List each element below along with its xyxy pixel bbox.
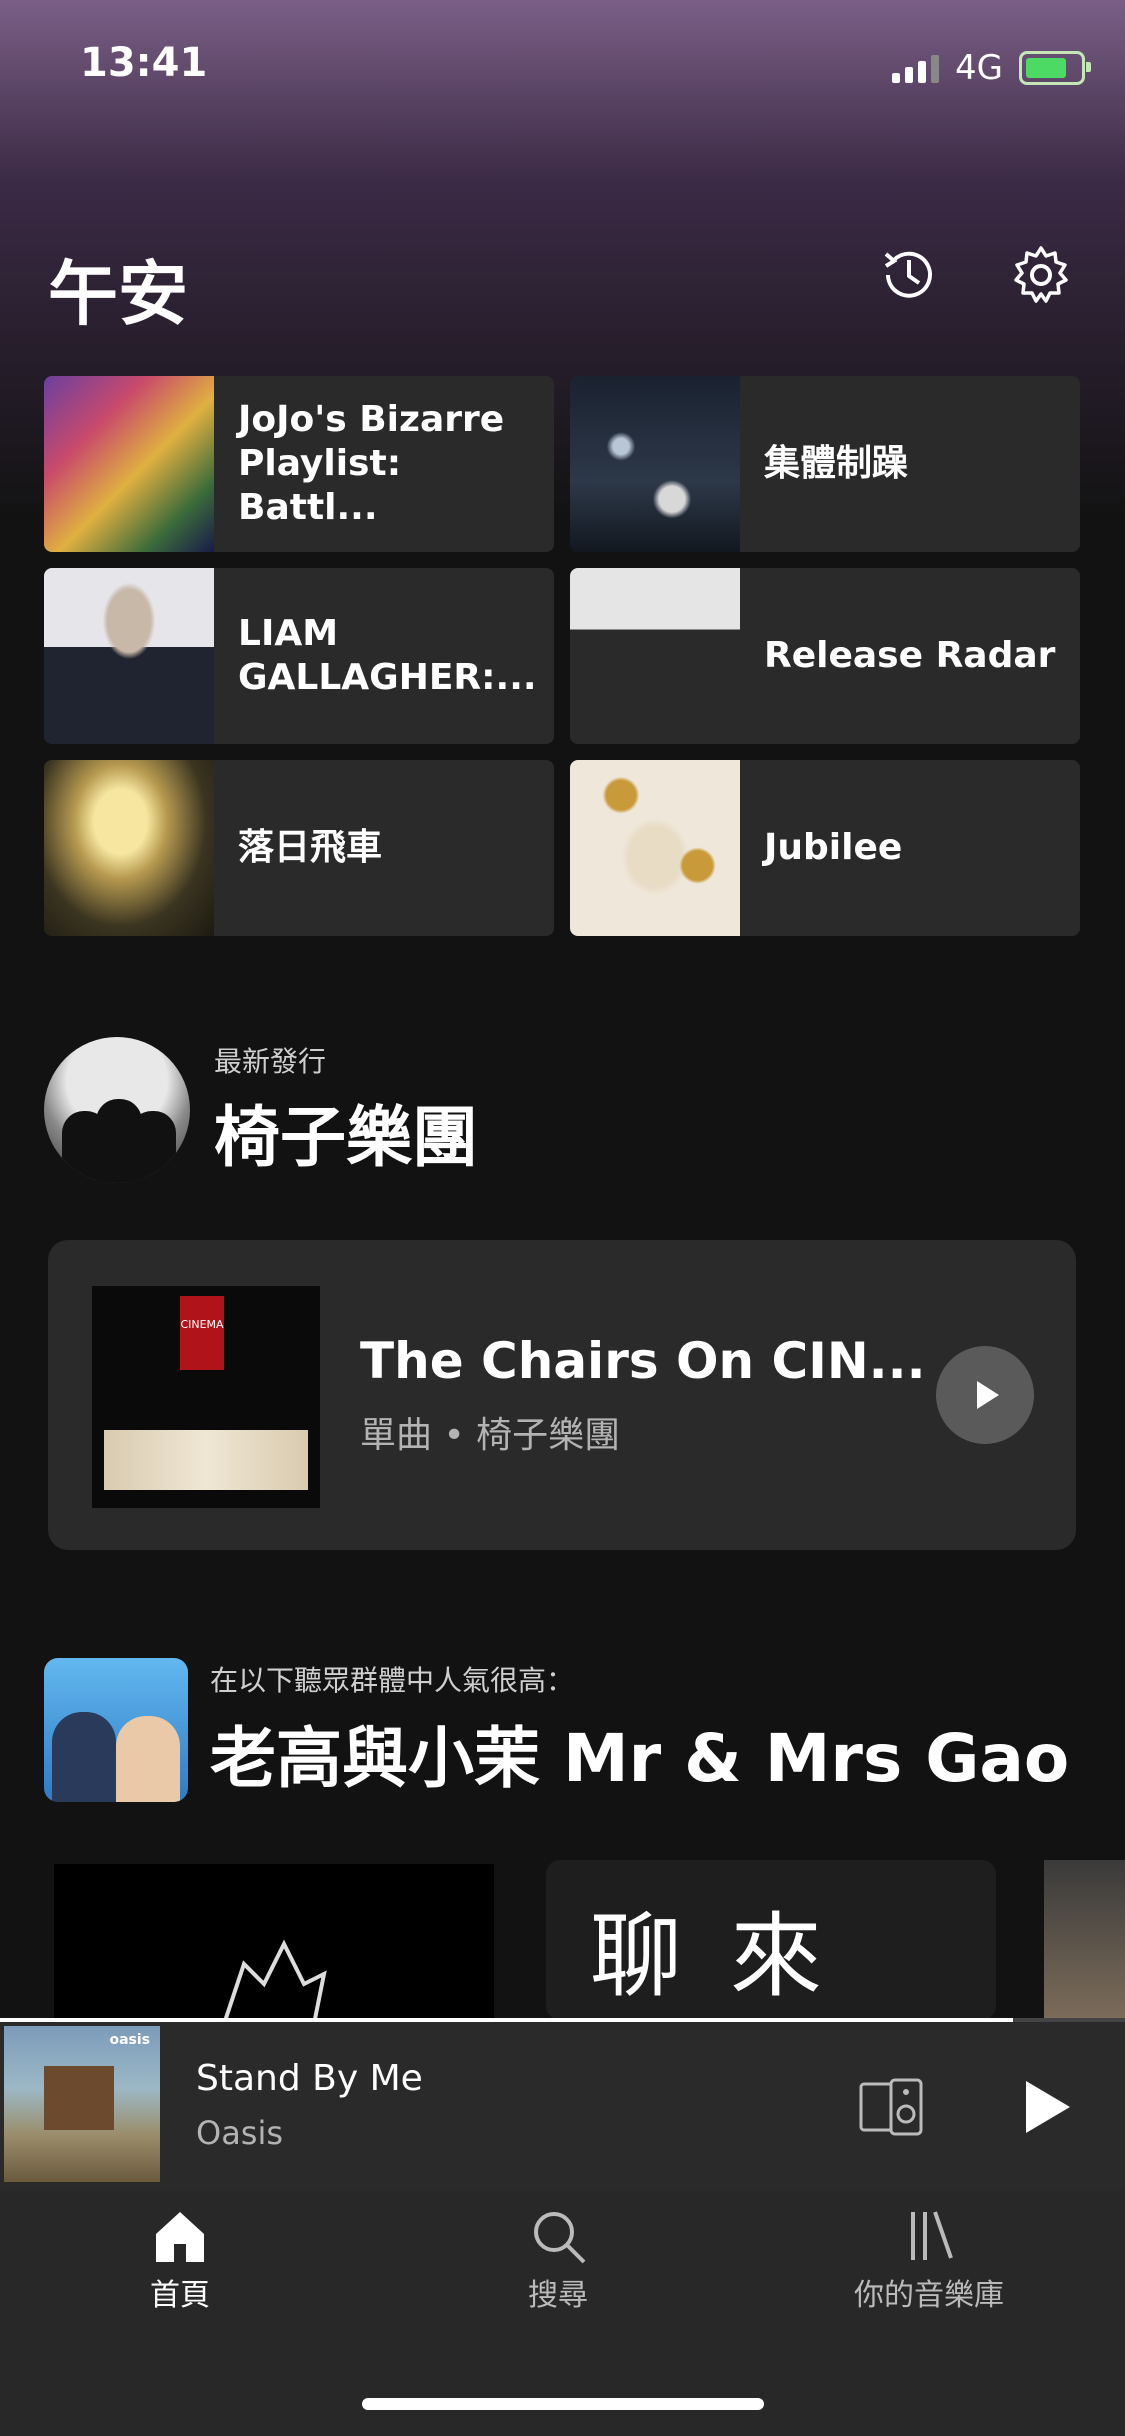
- release-artist-link[interactable]: 椅子樂團: [476, 1415, 620, 1456]
- now-playing-album-art: oasis: [4, 2026, 160, 2182]
- popular-caption: 在以下聽眾群體中人氣很高：: [210, 1664, 575, 1697]
- shortcut-jubilee[interactable]: Jubilee: [570, 760, 1080, 936]
- shortcut-label: LIAM GALLAGHER:...: [238, 613, 537, 698]
- gear-icon[interactable]: [1006, 240, 1076, 310]
- shortcut-liam-gallagher[interactable]: LIAM GALLAGHER:...: [44, 568, 554, 744]
- release-card[interactable]: CINEMA The Chairs On CIN... 單曲 • 椅子樂團: [48, 1240, 1076, 1550]
- card-char-2: 來: [730, 1903, 823, 2010]
- play-icon: [977, 1381, 999, 1409]
- home-indicator: [362, 2398, 764, 2410]
- podcast-row: 聊 來: [0, 1860, 1125, 2020]
- devices-icon[interactable]: [856, 2072, 928, 2142]
- card-char-1: 聊: [590, 1903, 683, 2010]
- status-time: 13:41: [80, 40, 208, 86]
- shortcut-art: [44, 376, 214, 552]
- podcast-card-3[interactable]: [1044, 1860, 1125, 2020]
- shortcut-label: 集體制躁: [764, 443, 909, 484]
- shortcut-art: [44, 760, 214, 936]
- podcast-thumbnail: [44, 1658, 188, 1802]
- now-playing-title: Stand By Me: [196, 2058, 423, 2099]
- now-playing-artist: Oasis: [196, 2114, 284, 2152]
- status-bar: 13:41 4G: [80, 40, 1091, 100]
- release-type: 單曲: [360, 1415, 433, 1456]
- shortcut-art: [570, 760, 740, 936]
- dragon-icon: [223, 1939, 327, 2020]
- release-cover[interactable]: CINEMA: [92, 1286, 320, 1508]
- mini-play-icon[interactable]: [1010, 2072, 1082, 2142]
- tab-library[interactable]: 你的音樂庫: [854, 2206, 1004, 2314]
- history-icon[interactable]: [874, 240, 944, 310]
- tab-label-library: 你的音樂庫: [854, 2278, 1004, 2313]
- popular-header[interactable]: 在以下聽眾群體中人氣很高： 老高與小茉 Mr & Mrs Gao: [44, 1654, 1069, 1806]
- library-icon: [911, 2211, 953, 2260]
- battery-icon: [1019, 51, 1091, 85]
- shortcut-label: Jubilee: [764, 827, 903, 868]
- tab-search[interactable]: 搜尋: [528, 2206, 588, 2314]
- greeting-title: 午安: [48, 253, 188, 335]
- shortcut-art: [570, 376, 740, 552]
- release-title: The Chairs On CIN...: [360, 1332, 926, 1390]
- new-release-header[interactable]: 最新發行 椅子樂團: [44, 1036, 504, 1184]
- shortcut-label: JoJo's Bizarre Playlist: Battl...: [238, 399, 505, 528]
- shortcut-label: Release Radar: [764, 635, 1056, 676]
- artist-avatar: [44, 1037, 190, 1183]
- shortcut-release-radar[interactable]: Release Radar: [570, 568, 1080, 744]
- cover-band-photo: [104, 1430, 308, 1490]
- shortcut-sunset-rollercoaster[interactable]: 落日飛車: [44, 760, 554, 936]
- tab-home[interactable]: 首頁: [150, 2206, 210, 2314]
- podcast-card-2[interactable]: 聊 來: [546, 1860, 996, 2020]
- new-release-artist: 椅子樂團: [214, 1099, 478, 1176]
- tab-label-home: 首頁: [150, 2278, 210, 2313]
- shortcut-art: [44, 568, 214, 744]
- shortcut-art: [570, 568, 740, 744]
- signal-icon: [892, 53, 940, 83]
- podcast-card-1[interactable]: [54, 1864, 494, 2020]
- tab-label-search: 搜尋: [528, 2278, 588, 2313]
- new-release-caption: 最新發行: [214, 1045, 327, 1078]
- network-label: 4G: [955, 48, 1003, 88]
- album-logo: oasis: [109, 2032, 150, 2048]
- separator-dot: •: [432, 1415, 477, 1456]
- shortcut-jojo-playlist[interactable]: JoJo's Bizarre Playlist: Battl...: [44, 376, 554, 552]
- shortcut-label: 落日飛車: [238, 827, 383, 868]
- release-title-link[interactable]: Chairs On CIN...: [481, 1332, 926, 1390]
- release-title-prefix: The: [360, 1332, 482, 1390]
- search-icon: [534, 2212, 586, 2264]
- popular-name: 老高與小茉 Mr & Mrs Gao: [210, 1720, 1070, 1797]
- release-subtitle: 單曲 • 椅子樂團: [360, 1406, 620, 1458]
- home-icon: [156, 2212, 204, 2262]
- now-playing-bar[interactable]: oasis Stand By Me Oasis: [0, 2022, 1125, 2188]
- shortcut-collective-mania[interactable]: 集體制躁: [570, 376, 1080, 552]
- cover-poster: CINEMA: [180, 1296, 224, 1370]
- status-indicators: 4G: [892, 48, 1091, 88]
- play-button[interactable]: [936, 1346, 1034, 1444]
